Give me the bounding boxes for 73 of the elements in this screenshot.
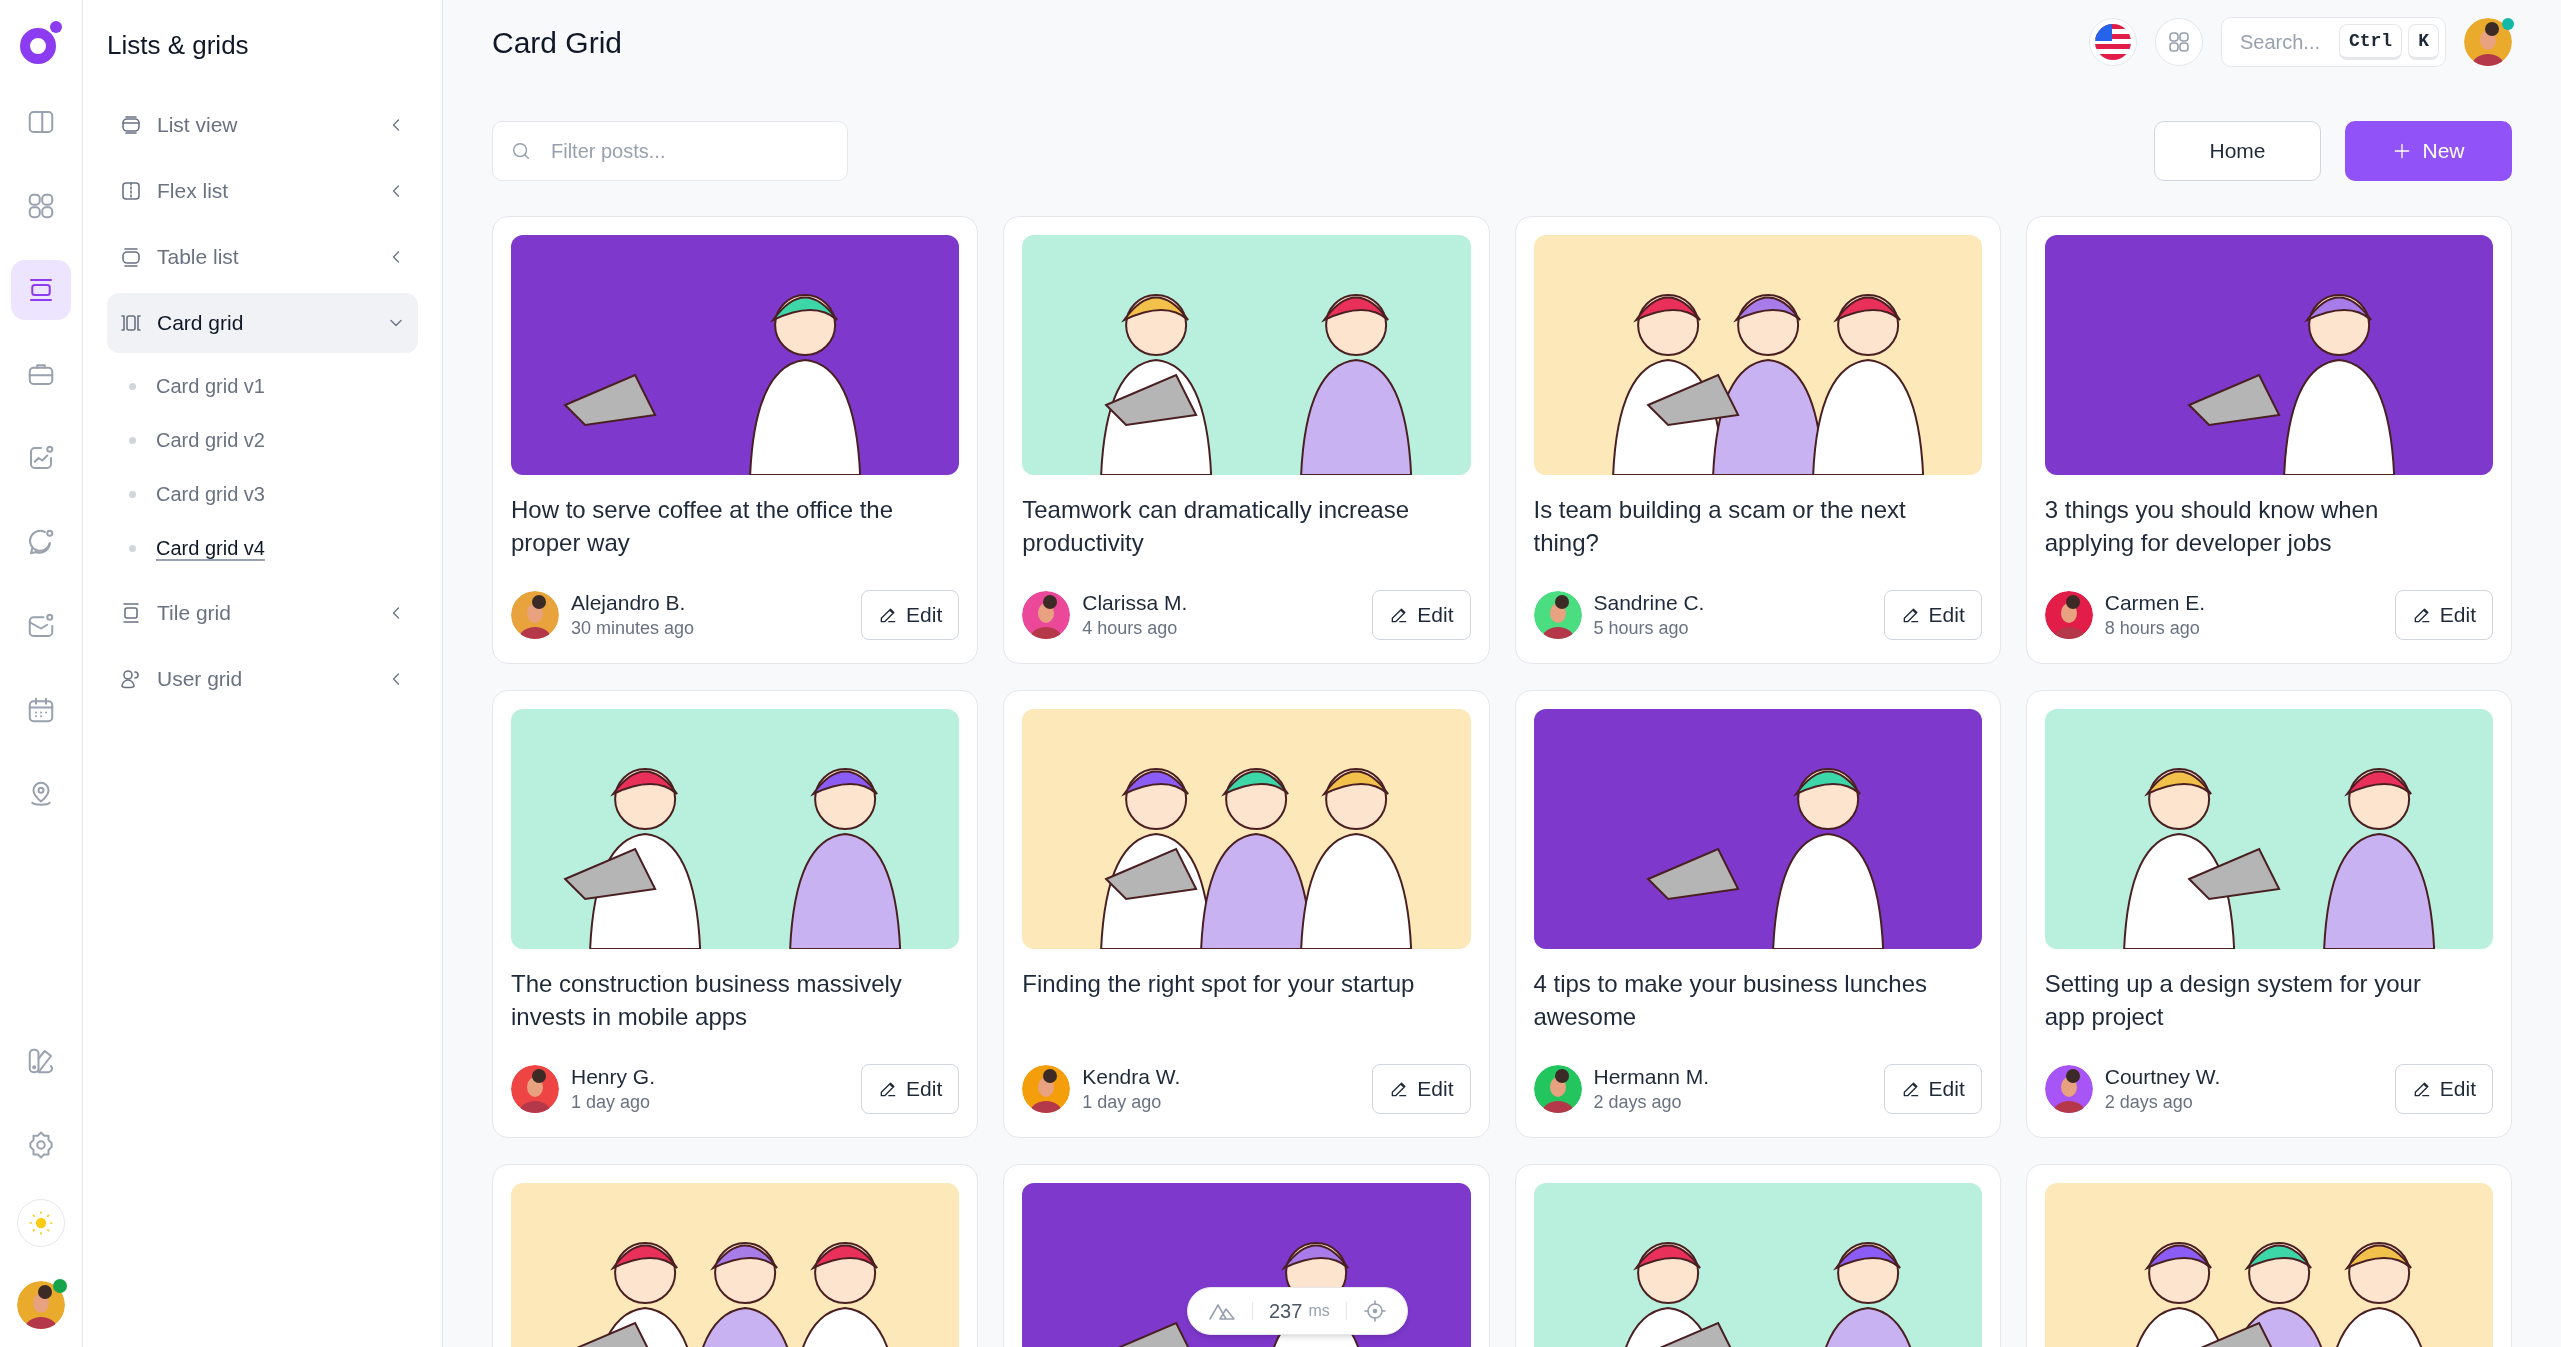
edit-button[interactable]: Edit [2394,1064,2493,1114]
grid-icon [2167,30,2191,54]
post-time: 1 day ago [571,1091,652,1114]
submenu-link[interactable]: Card grid v3 [156,479,265,509]
user-avatar [2464,18,2512,66]
language-button[interactable] [2089,18,2137,66]
filter-field[interactable]: Filter posts... [492,121,848,181]
post-title: Teamwork can dramatically increase productivity [1022,495,1411,558]
edit-button[interactable]: Edit [2394,590,2493,640]
author-name: Sandrine C. [1593,590,1706,616]
author-name: Kendra W. [1082,1064,1182,1090]
author-name: Henry G. [571,1064,657,1090]
post-title: 3 things you should know when applying for developer jobs [2044,495,2380,558]
sidebar-item[interactable]: Tile grid [107,583,418,643]
home-button[interactable]: Home [2154,121,2321,181]
submenu-link[interactable]: Card grid v2 [156,425,265,455]
latency-value: 237 [1269,1299,1303,1324]
grid-icon [26,191,56,221]
post-title: Finding the right spot for your startup [1022,969,1416,999]
new-button[interactable]: New [2345,121,2512,181]
post-title: Is team building a scam or the next thing? [1533,495,1907,558]
list-nav-button[interactable] [11,260,71,320]
user-avatar [17,1281,65,1329]
calendar-icon [26,695,56,725]
author-name: Alejandro B. [571,590,687,616]
page-title: Card Grid [492,24,624,61]
palette-icon [26,1046,56,1076]
apps-button[interactable] [2155,18,2203,66]
post-time: 2 days ago [1593,1091,1683,1114]
list-view-icon [119,113,143,137]
author-name: Courtney W. [2104,1064,2222,1090]
table-list-icon [119,245,143,269]
sun-icon [28,1210,54,1236]
flag-icon [2095,24,2131,60]
post-time: 4 hours ago [1082,617,1179,640]
sidebar-item[interactable]: Card grid [107,293,418,353]
post-title: 4 tips to make your business lunches awesome [1533,969,1929,1032]
post-time: 8 hours ago [2104,617,2201,640]
keyboard-key: K [2408,24,2439,60]
sidebar-title: Lists & grids [107,29,250,62]
edit-button[interactable]: Edit [1372,590,1471,640]
edit-button[interactable]: Edit [1372,1064,1471,1114]
sidebar-item[interactable]: User grid [107,649,418,709]
settings-icon [26,1130,56,1160]
post-title: The construction business massively invests in mobile apps [511,969,903,1032]
post-time: 2 days ago [2104,1091,2194,1114]
sidebar-item[interactable]: Flex list [107,161,418,221]
sidebar-item[interactable]: List view [107,95,418,155]
edit-button[interactable]: Edit [1883,590,1982,640]
author-name: Carmen E. [2104,590,2207,616]
profile-button[interactable] [2464,18,2512,66]
post-time: 1 day ago [1082,1091,1163,1114]
post-title: Setting up a design system for your app project [2044,969,2422,1032]
edit-button[interactable]: Edit [861,590,960,640]
keyboard-key: Ctrl [2338,24,2403,60]
edit-button[interactable]: Edit [861,1064,960,1114]
author-name: Hermann M. [1593,1064,1711,1090]
flex-list-icon [119,179,143,203]
chat-icon [26,527,56,557]
search-field[interactable]: Search... Ctrl K [2221,17,2446,67]
sidebar-item[interactable]: Table list [107,227,418,287]
search-icon [510,140,532,162]
submenu-link[interactable]: Card grid v4 [156,533,265,563]
crosshair-icon [1362,1299,1387,1323]
submenu-link[interactable]: Card grid v1 [156,371,265,401]
theme-toggle[interactable] [17,1199,65,1247]
post-time: 5 hours ago [1593,617,1690,640]
edit-button[interactable]: Edit [1883,1064,1982,1114]
post-time: 30 minutes ago [571,617,696,640]
latency-unit: ms [1308,1301,1330,1321]
author-name: Clarissa M. [1082,590,1189,616]
mountain-icon [1208,1301,1236,1321]
post-title: How to serve coffee at the office the proper way [511,495,894,558]
